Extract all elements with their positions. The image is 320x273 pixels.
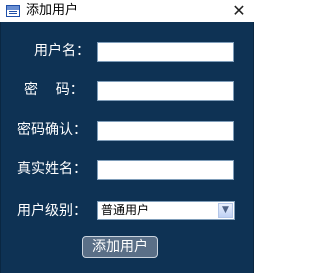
real-name-input[interactable]	[97, 160, 234, 180]
real-name-label: 真实姓名：	[17, 161, 87, 177]
app-window-icon	[6, 5, 20, 17]
add-user-window: 添加用户 ✕ 用户名： 密 码： 密码确认： 真实姓名： 用户级别： 普通用户 …	[0, 0, 254, 273]
window-title: 添加用户	[26, 3, 79, 18]
user-level-label: 用户级别：	[17, 203, 87, 219]
password-input[interactable]	[97, 81, 234, 101]
close-icon[interactable]: ✕	[228, 0, 250, 22]
password-label: 密 码：	[24, 82, 84, 98]
chevron-down-icon[interactable]: ▼	[218, 203, 233, 218]
confirm-password-label: 密码确认：	[17, 122, 87, 138]
username-input[interactable]	[97, 42, 234, 62]
add-user-button[interactable]: 添加用户	[82, 236, 158, 258]
user-level-select[interactable]: 普通用户 ▼	[97, 201, 235, 220]
user-level-selected: 普通用户	[101, 203, 150, 217]
form-panel: 用户名： 密 码： 密码确认： 真实姓名： 用户级别： 普通用户 ▼ 添加用户	[0, 22, 254, 273]
title-bar[interactable]: 添加用户 ✕	[0, 0, 254, 22]
username-label: 用户名：	[34, 43, 90, 59]
confirm-password-input[interactable]	[97, 121, 234, 141]
